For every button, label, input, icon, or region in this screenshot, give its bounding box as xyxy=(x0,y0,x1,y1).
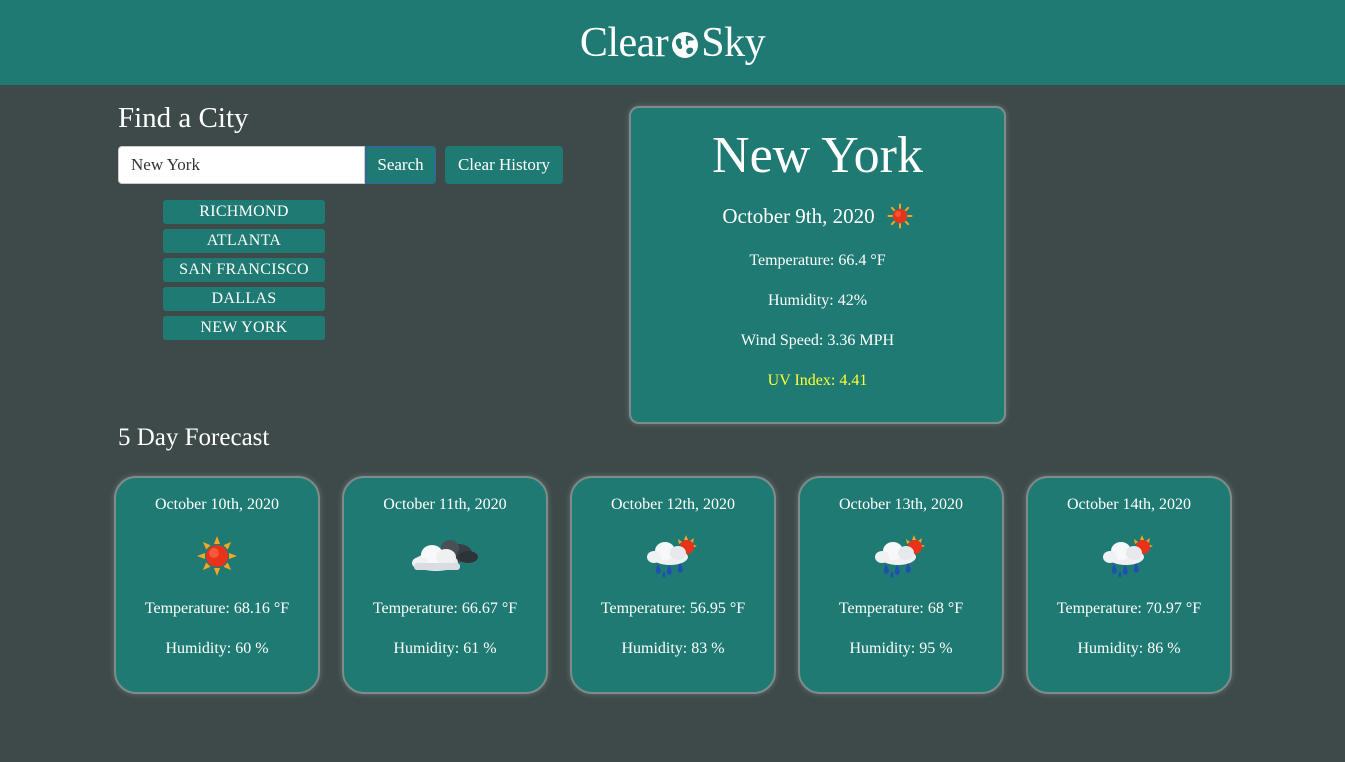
city-search-input[interactable] xyxy=(118,146,365,184)
forecast-icon-wrap xyxy=(116,532,318,580)
forecast-date: October 11th, 2020 xyxy=(383,496,507,513)
forecast-row: October 10th, 2020 Temperature: 68.16 °F… xyxy=(114,476,1234,694)
cloud-icon xyxy=(412,540,478,571)
forecast-humidity: Humidity: 83 % xyxy=(621,640,725,657)
forecast-icon-wrap xyxy=(572,532,774,580)
forecast-card: October 14th, 2020 Temperature: 70.97 °F… xyxy=(1026,476,1232,694)
forecast-temperature: Temperature: 68 °F xyxy=(838,600,964,617)
history-item-atlanta[interactable]: ATLANTA xyxy=(163,229,325,253)
current-city-name: New York xyxy=(712,127,923,184)
forecast-humidity: Humidity: 95 % xyxy=(849,640,953,657)
forecast-card: October 12th, 2020 Temperature: 56.95 °F… xyxy=(570,476,776,694)
forecast-icon-wrap xyxy=(800,532,1002,580)
search-button[interactable]: Search xyxy=(365,146,436,184)
globe-icon xyxy=(672,31,699,58)
forecast-card: October 10th, 2020 Temperature: 68.16 °F… xyxy=(114,476,320,694)
history-item-new-york[interactable]: NEW YORK xyxy=(163,316,325,340)
forecast-temperature: Temperature: 70.97 °F xyxy=(1056,600,1202,617)
rain-sun-icon xyxy=(1103,535,1153,578)
history-item-richmond[interactable]: RICHMOND xyxy=(163,200,325,224)
sun-icon xyxy=(197,536,237,576)
current-wind-speed: Wind Speed: 3.36 MPH xyxy=(740,332,895,349)
find-city-title: Find a City xyxy=(118,102,249,134)
forecast-card: October 13th, 2020 Temperature: 68 °F Hu… xyxy=(798,476,1004,694)
forecast-humidity: Humidity: 60 % xyxy=(165,640,269,657)
forecast-date: October 10th, 2020 xyxy=(155,496,279,513)
current-humidity: Humidity: 42% xyxy=(767,292,868,309)
sun-icon xyxy=(887,203,913,229)
brand-text-right: Sky xyxy=(701,19,766,66)
search-history-list: RICHMOND ATLANTA SAN FRANCISCO DALLAS NE… xyxy=(163,200,325,345)
forecast-date: October 12th, 2020 xyxy=(611,496,735,513)
rain-sun-icon xyxy=(647,535,697,578)
forecast-temperature: Temperature: 56.95 °F xyxy=(600,600,746,617)
brand-logo[interactable]: Clear Sky xyxy=(579,19,766,66)
current-date: October 9th, 2020 xyxy=(722,203,875,228)
current-date-row: October 9th, 2020 xyxy=(631,203,1004,229)
forecast-temperature: Temperature: 66.67 °F xyxy=(372,600,518,617)
brand-text-left: Clear xyxy=(579,19,669,66)
history-item-san-francisco[interactable]: SAN FRANCISCO xyxy=(163,258,325,282)
forecast-temperature: Temperature: 68.16 °F xyxy=(144,600,290,617)
forecast-humidity: Humidity: 61 % xyxy=(393,640,497,657)
forecast-date: October 13th, 2020 xyxy=(839,496,963,513)
current-temperature: Temperature: 66.4 °F xyxy=(749,252,886,269)
rain-sun-icon xyxy=(875,535,925,578)
forecast-card: October 11th, 2020 Temperature: 66.67 °F… xyxy=(342,476,548,694)
clear-history-button[interactable]: Clear History xyxy=(445,146,563,184)
forecast-icon-wrap xyxy=(344,532,546,580)
forecast-humidity: Humidity: 86 % xyxy=(1077,640,1181,657)
forecast-title: 5 Day Forecast xyxy=(118,424,270,451)
app-header: Clear Sky xyxy=(0,0,1345,85)
forecast-icon-wrap xyxy=(1028,532,1230,580)
current-uv-index: UV Index: 4.41 xyxy=(767,372,868,389)
current-weather-card: New York October 9th, 2020 Temperature: … xyxy=(629,106,1006,424)
forecast-date: October 14th, 2020 xyxy=(1067,496,1191,513)
history-item-dallas[interactable]: DALLAS xyxy=(163,287,325,311)
